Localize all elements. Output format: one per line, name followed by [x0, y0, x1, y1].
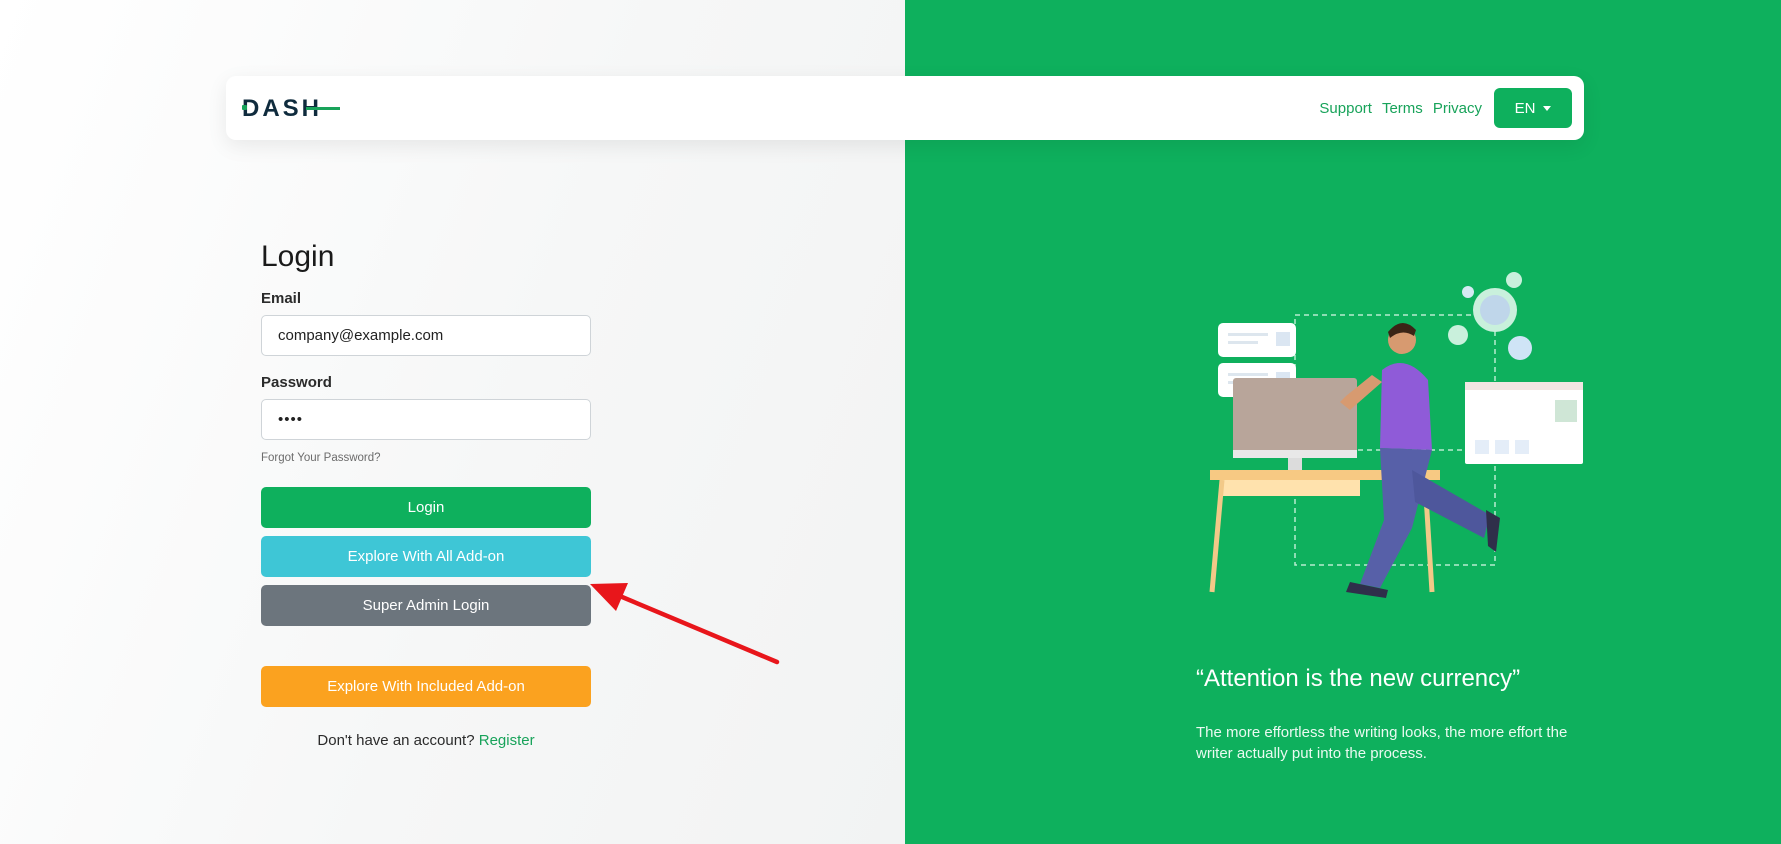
register-link[interactable]: Register	[479, 732, 535, 749]
dash-logo[interactable]: DASH	[242, 94, 342, 122]
nav-link-terms[interactable]: Terms	[1382, 100, 1423, 117]
explore-included-addon-button[interactable]: Explore With Included Add-on	[261, 666, 591, 707]
email-label: Email	[261, 290, 302, 307]
hero-subtext: The more effortless the writing looks, t…	[1196, 724, 1568, 762]
hero-quote: “Attention is the new currency”	[1196, 665, 1521, 692]
email-field[interactable]	[261, 315, 591, 356]
register-row: Don't have an account? Register	[261, 732, 591, 749]
language-label: EN	[1514, 99, 1536, 117]
nav-link-privacy[interactable]: Privacy	[1433, 100, 1482, 117]
explore-all-addon-button[interactable]: Explore With All Add-on	[261, 536, 591, 577]
caret-down-icon	[1543, 105, 1552, 111]
login-title: Login	[261, 240, 335, 273]
login-form: Login Email Password Forgot Your Passwor…	[261, 240, 591, 749]
language-dropdown-button[interactable]: EN	[1494, 88, 1572, 128]
super-admin-login-button[interactable]: Super Admin Login	[261, 585, 591, 626]
no-account-text: Don't have an account?	[317, 732, 475, 749]
login-button[interactable]: Login	[261, 487, 591, 528]
nav-link-support[interactable]: Support	[1319, 100, 1372, 117]
password-field[interactable]	[261, 399, 591, 440]
nav-links: Support Terms Privacy EN	[1319, 88, 1572, 128]
red-arrow-icon	[590, 583, 780, 665]
forgot-password-link[interactable]: Forgot Your Password?	[261, 452, 591, 464]
password-label: Password	[261, 374, 332, 391]
hero-illustration	[1209, 272, 1583, 598]
top-navbar: DASH Support Terms Privacy EN	[226, 76, 1584, 140]
